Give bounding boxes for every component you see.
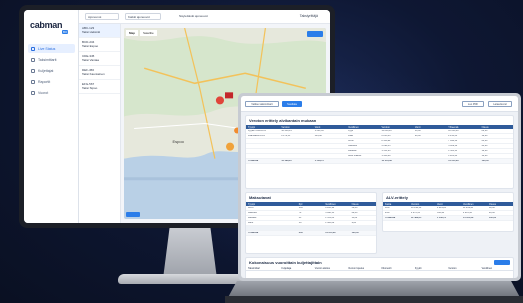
- table-total-row: Yhteensä 306 14 055,38 100,00: [246, 231, 376, 236]
- card-title: ALV-erittely: [386, 195, 408, 200]
- laptop: Valitse taksimittarit Suodata Luo PDF La…: [238, 93, 521, 281]
- sidebar-item-shifts[interactable]: Vuorot: [28, 88, 75, 97]
- sidebar-item-live[interactable]: Live Status: [28, 44, 75, 53]
- map-footer-button[interactable]: [126, 212, 140, 217]
- live-icon: [31, 46, 35, 51]
- card-title: Kokonaisuus vuoroittain kuljettajittain: [249, 260, 322, 265]
- shift-icon: [31, 90, 35, 95]
- meter-icon: [31, 57, 35, 62]
- map-action-button[interactable]: [307, 31, 323, 37]
- sidebar-item-reports[interactable]: Raportit: [28, 77, 75, 86]
- card-payment-methods: Maksutavat Tyyppi Kpl Verollinen Osuus Kort…: [245, 192, 377, 254]
- sidebar: cabman BO Live Status Taksimittarit Kulj…: [24, 10, 79, 223]
- card-title: Maksutavat: [249, 195, 271, 200]
- table-header: Taksimittari Kuljettaja Vuoron aloitus Vuor…: [246, 267, 513, 271]
- vehicle-list: ABC-123 Taksi Helsinki BCD-234 Taksi Espoo…: [79, 24, 121, 223]
- table-total-row: Yhteensä 12 488,65 1 566,73 14 055,38 14 055…: [246, 159, 513, 164]
- filter-button[interactable]: Suodata: [282, 101, 302, 107]
- card-vat-breakdown: Veroton erittely alvikantain mukaan Tyyp…: [245, 115, 514, 189]
- list-item[interactable]: BCD-234 Taksi Espoo: [79, 38, 120, 52]
- vehicle-filter[interactable]: Ajoneuvot: [85, 13, 119, 20]
- list-item[interactable]: DEF-456 Taksi Kauniainen: [79, 66, 120, 80]
- map-label-espoo: Espoo: [172, 138, 184, 144]
- card-shift-summary: Kokonaisuus vuoroittain kuljettajittain …: [245, 257, 514, 278]
- tab-map[interactable]: Map: [126, 30, 138, 36]
- table-header: Tyyppi Veroton Verot Verollinen Veroton Verot…: [246, 125, 513, 129]
- sidebar-item-meters[interactable]: Taksimittarit: [28, 55, 75, 64]
- vehicle-select[interactable]: Kaikki ajoneuvot: [125, 13, 161, 20]
- logo: cabman: [30, 20, 63, 30]
- sidebar-item-drivers[interactable]: Kuljettajat: [28, 66, 75, 75]
- table-header: Tyyppi Kpl Verollinen Osuus: [246, 202, 376, 206]
- table-total-row: Yhteensä 12 488,65 1 566,73 14 055,38 100,00: [383, 216, 513, 221]
- export-excel-button[interactable]: Lataa Excel: [488, 101, 512, 107]
- list-item[interactable]: ABC-123 Taksi Helsinki: [79, 24, 120, 38]
- laptop-base-edge: [225, 296, 523, 303]
- logo-badge: BO: [62, 30, 69, 34]
- expand-button[interactable]: [494, 260, 510, 265]
- top-bar: Ajoneuvot Kaikki ajoneuvot Näytettävät a…: [79, 10, 330, 24]
- driver-icon: [31, 68, 35, 73]
- card-vat-rates: ALV-erittely Kanta Veroton Verot Verollinen…: [382, 192, 514, 232]
- card-title: Veroton erittely alvikantain mukaan: [249, 118, 317, 123]
- user-name[interactable]: Taksiyrittäjä: [300, 14, 318, 18]
- laptop-screen: Valitse taksimittarit Suodata Luo PDF La…: [241, 96, 518, 278]
- tab-satellite[interactable]: Satellite: [140, 30, 157, 36]
- list-item[interactable]: EFG-567 Taksi Sipoo: [79, 80, 120, 94]
- filter-label: Näytettävät ajoneuvot: [179, 14, 209, 18]
- table-header: Kanta Veroton Verot Verollinen Osuus: [383, 202, 513, 206]
- meter-select[interactable]: Valitse taksimittarit: [245, 101, 279, 107]
- report-icon: [31, 79, 35, 84]
- list-item[interactable]: CDE-345 Taksi Vantaa: [79, 52, 120, 66]
- export-pdf-button[interactable]: Luo PDF: [462, 101, 484, 107]
- report-header: Valitse taksimittarit Suodata Luo PDF La…: [241, 96, 518, 112]
